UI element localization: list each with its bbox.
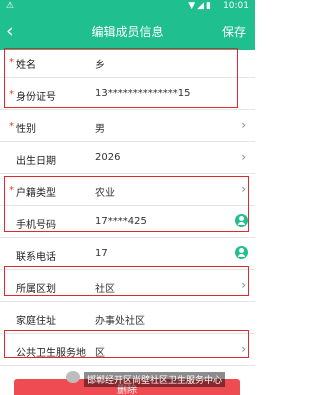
field-value: 2026 <box>95 152 121 163</box>
warning-icon: ⚠ <box>6 1 15 11</box>
wechat-logo-icon <box>66 371 80 383</box>
field-value: 社区 <box>95 284 115 295</box>
chevron-right-icon: › <box>241 342 246 356</box>
save-button[interactable]: 保存 <box>222 23 246 40</box>
status-bar: ⚠ ▼◢▮ 10:01 <box>0 0 255 14</box>
field-birth-date[interactable]: 出生日期 2026 › <box>0 142 255 174</box>
contact-person-icon[interactable] <box>235 246 248 259</box>
field-label: 联系电话 <box>16 252 56 263</box>
field-label: 家庭住址 <box>16 316 56 327</box>
field-label: 手机号码 <box>16 220 56 231</box>
field-value[interactable]: 17 <box>95 248 108 259</box>
field-health-service-location[interactable]: 公共卫生服务地 区 › <box>0 334 255 366</box>
title-bar: ‹ 编辑成员信息 保存 <box>0 14 255 50</box>
field-household-type[interactable]: * 户籍类型 农业 › <box>0 174 255 206</box>
field-value[interactable]: 办事处社区 <box>95 312 145 327</box>
page-title: 编辑成员信息 <box>91 25 164 39</box>
required-mark: * <box>9 121 14 132</box>
field-value[interactable]: 17****425 <box>95 216 147 227</box>
field-value: 农业 <box>95 188 115 199</box>
required-mark: * <box>9 89 14 100</box>
field-value: 区 <box>95 348 105 359</box>
watermark: 邯郸经开区尚壁社区卫生服务中心 <box>84 372 226 387</box>
signal-icons: ▼◢▮ <box>188 1 213 11</box>
field-value[interactable]: 13**************15 <box>95 88 190 99</box>
field-label: 出生日期 <box>16 156 56 167</box>
field-label: 所属区划 <box>16 284 56 295</box>
field-value[interactable]: 乡 <box>95 56 105 71</box>
chevron-right-icon: › <box>241 150 246 164</box>
field-address[interactable]: 家庭住址 办事处社区 <box>0 302 255 334</box>
contact-person-icon[interactable] <box>235 214 248 227</box>
chevron-right-icon: › <box>241 278 246 292</box>
chevron-right-icon: › <box>241 182 246 196</box>
chevron-right-icon: › <box>241 118 246 132</box>
field-label: 性别 <box>16 124 36 135</box>
field-label: 姓名 <box>16 60 36 71</box>
field-gender[interactable]: * 性别 男 › <box>0 110 255 142</box>
field-phone[interactable]: 联系电话 17 <box>0 238 255 270</box>
status-time: 10:01 <box>223 1 249 11</box>
required-mark: * <box>9 57 14 68</box>
field-mobile[interactable]: 手机号码 17****425 <box>0 206 255 238</box>
field-id-number[interactable]: * 身份证号 13**************15 <box>0 78 255 110</box>
field-label: 公共卫生服务地 <box>16 348 86 359</box>
field-name[interactable]: * 姓名 乡 <box>0 46 255 78</box>
field-label: 身份证号 <box>16 92 56 103</box>
required-mark: * <box>9 185 14 196</box>
field-label: 户籍类型 <box>16 188 56 199</box>
field-region[interactable]: 所属区划 社区 › <box>0 270 255 302</box>
field-value: 男 <box>95 124 105 135</box>
